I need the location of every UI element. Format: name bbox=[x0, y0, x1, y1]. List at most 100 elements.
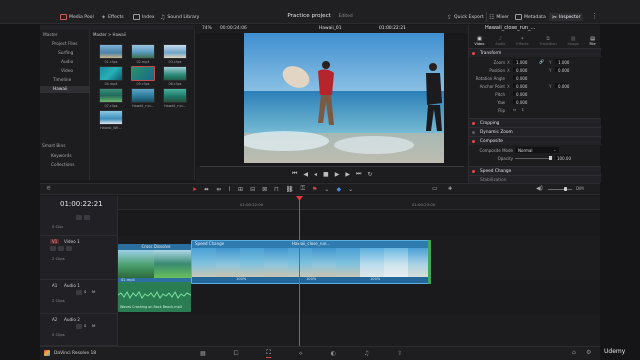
color-page-icon[interactable]: ◐ bbox=[331, 350, 336, 357]
bin-audio[interactable]: Audio bbox=[61, 60, 73, 65]
tab-effects[interactable]: ✦ Effects bbox=[516, 36, 528, 46]
solo-icon[interactable]: S bbox=[84, 290, 86, 294]
track-id[interactable]: V1 bbox=[50, 239, 60, 244]
dynamic-trim-icon[interactable]: ⇹ bbox=[216, 186, 221, 193]
video-clip[interactable]: Cross Dissolve 02.mp4 bbox=[118, 244, 191, 284]
clip-thumbnail[interactable] bbox=[131, 44, 155, 59]
clip-thumbnail[interactable] bbox=[131, 88, 155, 103]
tab-file[interactable]: ▤ File bbox=[590, 36, 596, 46]
link-icon[interactable]: 🔗 bbox=[539, 59, 544, 64]
viewer-zoom[interactable]: 74% bbox=[202, 26, 212, 31]
clip-thumbnail[interactable] bbox=[99, 110, 123, 125]
flag-dropdown-icon[interactable]: ⌄ bbox=[324, 186, 329, 193]
viewer-frame[interactable] bbox=[244, 33, 444, 163]
zoom-out-icon[interactable]: ▭ bbox=[432, 185, 438, 192]
metadata-button[interactable]: Metadata bbox=[515, 13, 546, 21]
enabled-indicator[interactable] bbox=[472, 52, 475, 55]
linked-selection-icon[interactable]: ⛓ bbox=[286, 186, 294, 193]
track-eye-icon[interactable] bbox=[84, 215, 90, 220]
tab-video[interactable]: ▣ Video bbox=[474, 36, 484, 46]
section-speed-change[interactable]: Speed Change bbox=[469, 166, 601, 175]
track-lock-icon[interactable] bbox=[76, 290, 82, 295]
flip-horizontal-icon[interactable]: ⇔ bbox=[513, 107, 516, 112]
tab-image[interactable]: ▨ Image bbox=[567, 36, 578, 46]
track-auto-select-icon[interactable] bbox=[58, 246, 64, 251]
trim-tool-icon[interactable]: ⬌ bbox=[204, 186, 209, 193]
section-stabilization[interactable]: Stabilization bbox=[469, 175, 601, 183]
track-lock-icon[interactable] bbox=[76, 324, 82, 329]
fairlight-page-icon[interactable]: ♫ bbox=[364, 350, 369, 357]
enabled-indicator[interactable] bbox=[472, 122, 475, 125]
track-lock-icon[interactable] bbox=[76, 215, 82, 220]
deliver-page-icon[interactable]: ⇧ bbox=[397, 350, 402, 357]
overwrite-clip-icon[interactable]: ⊟ bbox=[250, 186, 255, 193]
go-to-end-icon[interactable]: ⏭ bbox=[356, 170, 361, 178]
edit-page-icon[interactable]: ⛶ bbox=[266, 349, 271, 358]
flag-icon[interactable]: ⚑ bbox=[312, 186, 317, 193]
clip-thumbnail[interactable] bbox=[163, 66, 187, 81]
smart-bin-keywords[interactable]: Keywords bbox=[51, 154, 72, 159]
section-composite[interactable]: Composite bbox=[469, 136, 601, 145]
step-forward-icon[interactable]: ▶ bbox=[345, 171, 350, 178]
track-id[interactable]: A1 bbox=[50, 283, 59, 288]
clip-thumbnail[interactable] bbox=[163, 44, 187, 59]
mixer-button[interactable]: ☷ Mixer bbox=[489, 13, 509, 21]
bin-master[interactable]: Master bbox=[43, 33, 58, 38]
opacity-slider[interactable] bbox=[515, 158, 551, 159]
clip-thumbnail[interactable] bbox=[163, 88, 187, 103]
bin-project-files[interactable]: Project Files bbox=[52, 42, 78, 47]
cut-page-icon[interactable]: ⧠ bbox=[234, 350, 239, 358]
section-dynamic-zoom[interactable]: Dynamic Zoom bbox=[469, 127, 601, 136]
viewer-scrubber[interactable] bbox=[200, 166, 464, 167]
go-to-start-icon[interactable]: ⏮ bbox=[292, 170, 297, 178]
mute-icon[interactable]: M bbox=[92, 290, 95, 294]
quick-export-button[interactable]: ⇪ Quick Export bbox=[447, 13, 484, 21]
smart-bin-collections[interactable]: Collections bbox=[51, 163, 75, 168]
video-clip-selected[interactable]: Speed Change Hawaii_close_run... 100% 10… bbox=[191, 240, 430, 284]
replace-clip-icon[interactable]: ⊠ bbox=[262, 186, 267, 193]
track-v2-lane[interactable] bbox=[118, 210, 600, 236]
track-lock-icon[interactable] bbox=[50, 246, 56, 251]
zoom-in-icon[interactable]: ✚ bbox=[448, 186, 452, 192]
playhead[interactable] bbox=[299, 196, 300, 346]
timeline-ruler[interactable]: 01:00:22:00 01:00:23:00 bbox=[118, 196, 600, 210]
section-transform[interactable]: Transform bbox=[469, 48, 601, 57]
bin-surfing[interactable]: Surfing bbox=[58, 51, 73, 56]
inspector-button[interactable]: ✂ Inspector bbox=[549, 13, 584, 21]
section-cropping[interactable]: Cropping bbox=[469, 118, 601, 127]
marker-icon[interactable]: ◆ bbox=[336, 186, 341, 193]
track-a2-lane[interactable] bbox=[118, 314, 600, 346]
media-page-icon[interactable]: ▦ bbox=[200, 350, 206, 357]
enabled-indicator[interactable] bbox=[472, 140, 475, 143]
position-lock-icon[interactable]: ⚿ bbox=[300, 185, 305, 193]
audio-clip[interactable]: Waves Crashing on Rock Beach.mp3 bbox=[118, 282, 191, 312]
speed-bar[interactable]: 100% 100% 100% bbox=[192, 277, 429, 283]
stop-icon[interactable]: ■ bbox=[323, 171, 329, 178]
clip-thumbnail[interactable] bbox=[99, 88, 123, 103]
bin-timeline[interactable]: Timeline bbox=[53, 78, 71, 83]
bin-video[interactable]: Video bbox=[61, 69, 73, 74]
bin-hawaii[interactable]: Hawaii bbox=[40, 86, 90, 93]
step-back-icon[interactable]: ◀ bbox=[303, 171, 308, 178]
enabled-indicator[interactable] bbox=[472, 170, 475, 173]
solo-icon[interactable]: S bbox=[84, 324, 86, 328]
mute-icon[interactable]: M bbox=[92, 324, 95, 328]
track-eye-icon[interactable] bbox=[66, 246, 72, 251]
clip-thumbnail[interactable] bbox=[131, 66, 155, 81]
insert-clip-icon[interactable]: ⊞ bbox=[238, 186, 243, 193]
play-icon[interactable]: ▶ bbox=[335, 171, 340, 178]
clip-thumbnail[interactable] bbox=[99, 44, 123, 59]
blade-tool-icon[interactable]: ⌇ bbox=[228, 186, 231, 193]
volume-slider-handle[interactable] bbox=[564, 187, 567, 191]
volume-slider[interactable] bbox=[548, 189, 572, 190]
flip-vertical-icon[interactable]: ⇕ bbox=[521, 107, 524, 112]
fusion-page-icon[interactable]: ⟡ bbox=[299, 350, 303, 358]
marker-dropdown-icon[interactable]: ⌄ bbox=[348, 186, 353, 193]
volume-icon[interactable]: ◀) bbox=[536, 185, 543, 192]
play-reverse-icon[interactable]: ◂ bbox=[314, 171, 317, 178]
snapping-icon[interactable]: ⊓ bbox=[274, 186, 279, 193]
timeline-options-icon[interactable]: ⚟ bbox=[46, 185, 51, 192]
opacity-slider-handle[interactable] bbox=[549, 156, 552, 160]
loop-icon[interactable]: ↻ bbox=[367, 171, 372, 178]
dim-icon[interactable]: DIM bbox=[576, 186, 584, 191]
